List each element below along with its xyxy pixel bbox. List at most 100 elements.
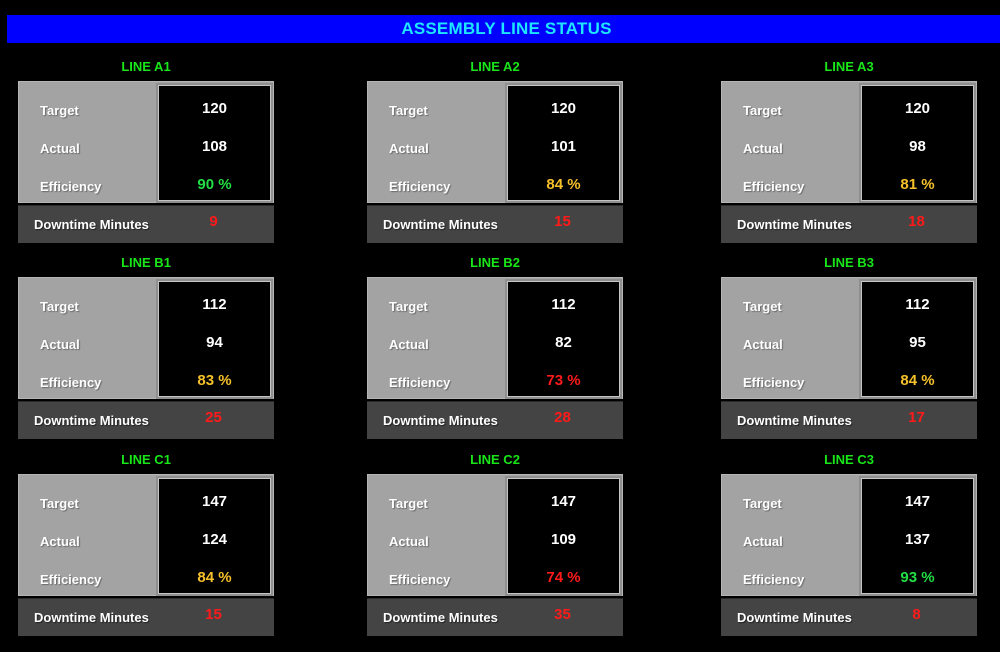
- line-name: LINE B2: [470, 255, 520, 270]
- downtime-label: Downtime Minutes: [383, 610, 498, 625]
- target-value: 120: [201, 100, 228, 117]
- target-label: Target: [743, 496, 782, 511]
- actual-label: Actual: [40, 534, 80, 549]
- values-box: 120 98 81 %: [859, 83, 976, 203]
- downtime-label: Downtime Minutes: [383, 217, 498, 232]
- downtime-strip: Downtime Minutes 9: [18, 205, 274, 243]
- actual-value: 109: [550, 531, 577, 548]
- efficiency-value: 81 %: [900, 176, 935, 193]
- values-box: 147 124 84 %: [156, 476, 273, 596]
- downtime-value: 15: [554, 213, 571, 230]
- dashboard-header: ASSEMBLY LINE STATUS: [7, 15, 1000, 43]
- efficiency-value: 84 %: [546, 176, 581, 193]
- target-label: Target: [40, 299, 79, 314]
- values-box: 120 101 84 %: [505, 83, 622, 203]
- production-card: Target Actual Efficiency 120 101 84 %: [367, 81, 623, 203]
- actual-value: 124: [201, 531, 228, 548]
- target-value: 147: [550, 493, 577, 510]
- line-name: LINE A2: [470, 59, 520, 74]
- target-value: 120: [550, 100, 577, 117]
- production-card: Target Actual Efficiency 112 95 84 %: [721, 277, 977, 399]
- line-panel-line-a3: LINE A3 Target Actual Efficiency 120 98 …: [721, 55, 977, 251]
- actual-value: 95: [909, 334, 926, 351]
- line-panel-line-c3: LINE C3 Target Actual Efficiency 147 137…: [721, 448, 977, 644]
- line-panel-line-a2: LINE A2 Target Actual Efficiency 120 101…: [367, 55, 623, 251]
- values-box: 112 95 84 %: [859, 279, 976, 399]
- efficiency-value: 73 %: [546, 372, 581, 389]
- target-label: Target: [40, 103, 79, 118]
- production-card: Target Actual Efficiency 147 137 93 %: [721, 474, 977, 596]
- downtime-strip: Downtime Minutes 28: [367, 401, 623, 439]
- production-card: Target Actual Efficiency 112 82 73 %: [367, 277, 623, 399]
- efficiency-value: 84 %: [197, 569, 232, 586]
- downtime-value: 8: [912, 606, 921, 623]
- downtime-strip: Downtime Minutes 15: [367, 205, 623, 243]
- downtime-strip: Downtime Minutes 17: [721, 401, 977, 439]
- actual-value: 82: [555, 334, 572, 351]
- efficiency-label: Efficiency: [743, 572, 805, 587]
- efficiency-label: Efficiency: [389, 375, 451, 390]
- efficiency-label: Efficiency: [743, 375, 805, 390]
- target-value: 147: [201, 493, 228, 510]
- downtime-label: Downtime Minutes: [737, 413, 852, 428]
- actual-label: Actual: [389, 337, 429, 352]
- downtime-label: Downtime Minutes: [34, 413, 149, 428]
- target-label: Target: [389, 103, 428, 118]
- actual-label: Actual: [743, 337, 783, 352]
- production-card: Target Actual Efficiency 120 108 90 %: [18, 81, 274, 203]
- downtime-strip: Downtime Minutes 8: [721, 598, 977, 636]
- actual-label: Actual: [389, 141, 429, 156]
- efficiency-label: Efficiency: [743, 179, 805, 194]
- actual-label: Actual: [40, 337, 80, 352]
- production-card: Target Actual Efficiency 147 124 84 %: [18, 474, 274, 596]
- production-card: Target Actual Efficiency 112 94 83 %: [18, 277, 274, 399]
- line-panel-line-c1: LINE C1 Target Actual Efficiency 147 124…: [18, 448, 274, 644]
- production-card: Target Actual Efficiency 147 109 74 %: [367, 474, 623, 596]
- downtime-value: 25: [205, 409, 222, 426]
- downtime-label: Downtime Minutes: [737, 610, 852, 625]
- downtime-value: 9: [209, 213, 218, 230]
- downtime-value: 15: [205, 606, 222, 623]
- efficiency-label: Efficiency: [40, 572, 102, 587]
- downtime-strip: Downtime Minutes 35: [367, 598, 623, 636]
- line-name: LINE C3: [824, 452, 874, 467]
- downtime-value: 17: [908, 409, 925, 426]
- efficiency-value: 84 %: [900, 372, 935, 389]
- efficiency-value: 83 %: [197, 372, 232, 389]
- downtime-value: 35: [554, 606, 571, 623]
- downtime-strip: Downtime Minutes 15: [18, 598, 274, 636]
- values-box: 147 109 74 %: [505, 476, 622, 596]
- downtime-label: Downtime Minutes: [34, 217, 149, 232]
- line-panel-line-b2: LINE B2 Target Actual Efficiency 112 82 …: [367, 251, 623, 447]
- downtime-label: Downtime Minutes: [737, 217, 852, 232]
- line-name: LINE C1: [121, 452, 171, 467]
- efficiency-value: 90 %: [197, 176, 232, 193]
- efficiency-label: Efficiency: [40, 375, 102, 390]
- line-panel-line-b1: LINE B1 Target Actual Efficiency 112 94 …: [18, 251, 274, 447]
- line-name: LINE B3: [824, 255, 874, 270]
- actual-value: 137: [904, 531, 931, 548]
- line-name: LINE B1: [121, 255, 171, 270]
- line-name: LINE A3: [824, 59, 874, 74]
- values-box: 120 108 90 %: [156, 83, 273, 203]
- actual-value: 108: [201, 138, 228, 155]
- target-value: 112: [905, 296, 930, 313]
- efficiency-label: Efficiency: [389, 572, 451, 587]
- values-box: 112 82 73 %: [505, 279, 622, 399]
- downtime-value: 28: [554, 409, 571, 426]
- actual-value: 98: [909, 138, 926, 155]
- target-value: 147: [904, 493, 931, 510]
- actual-value: 94: [206, 334, 223, 351]
- efficiency-value: 93 %: [900, 569, 935, 586]
- production-card: Target Actual Efficiency 120 98 81 %: [721, 81, 977, 203]
- target-value: 112: [202, 296, 227, 313]
- dashboard-title: ASSEMBLY LINE STATUS: [401, 19, 612, 38]
- efficiency-value: 74 %: [546, 569, 581, 586]
- target-label: Target: [389, 496, 428, 511]
- target-value: 112: [551, 296, 576, 313]
- efficiency-label: Efficiency: [40, 179, 102, 194]
- line-name: LINE A1: [121, 59, 171, 74]
- target-value: 120: [904, 100, 931, 117]
- efficiency-label: Efficiency: [389, 179, 451, 194]
- line-panel-line-b3: LINE B3 Target Actual Efficiency 112 95 …: [721, 251, 977, 447]
